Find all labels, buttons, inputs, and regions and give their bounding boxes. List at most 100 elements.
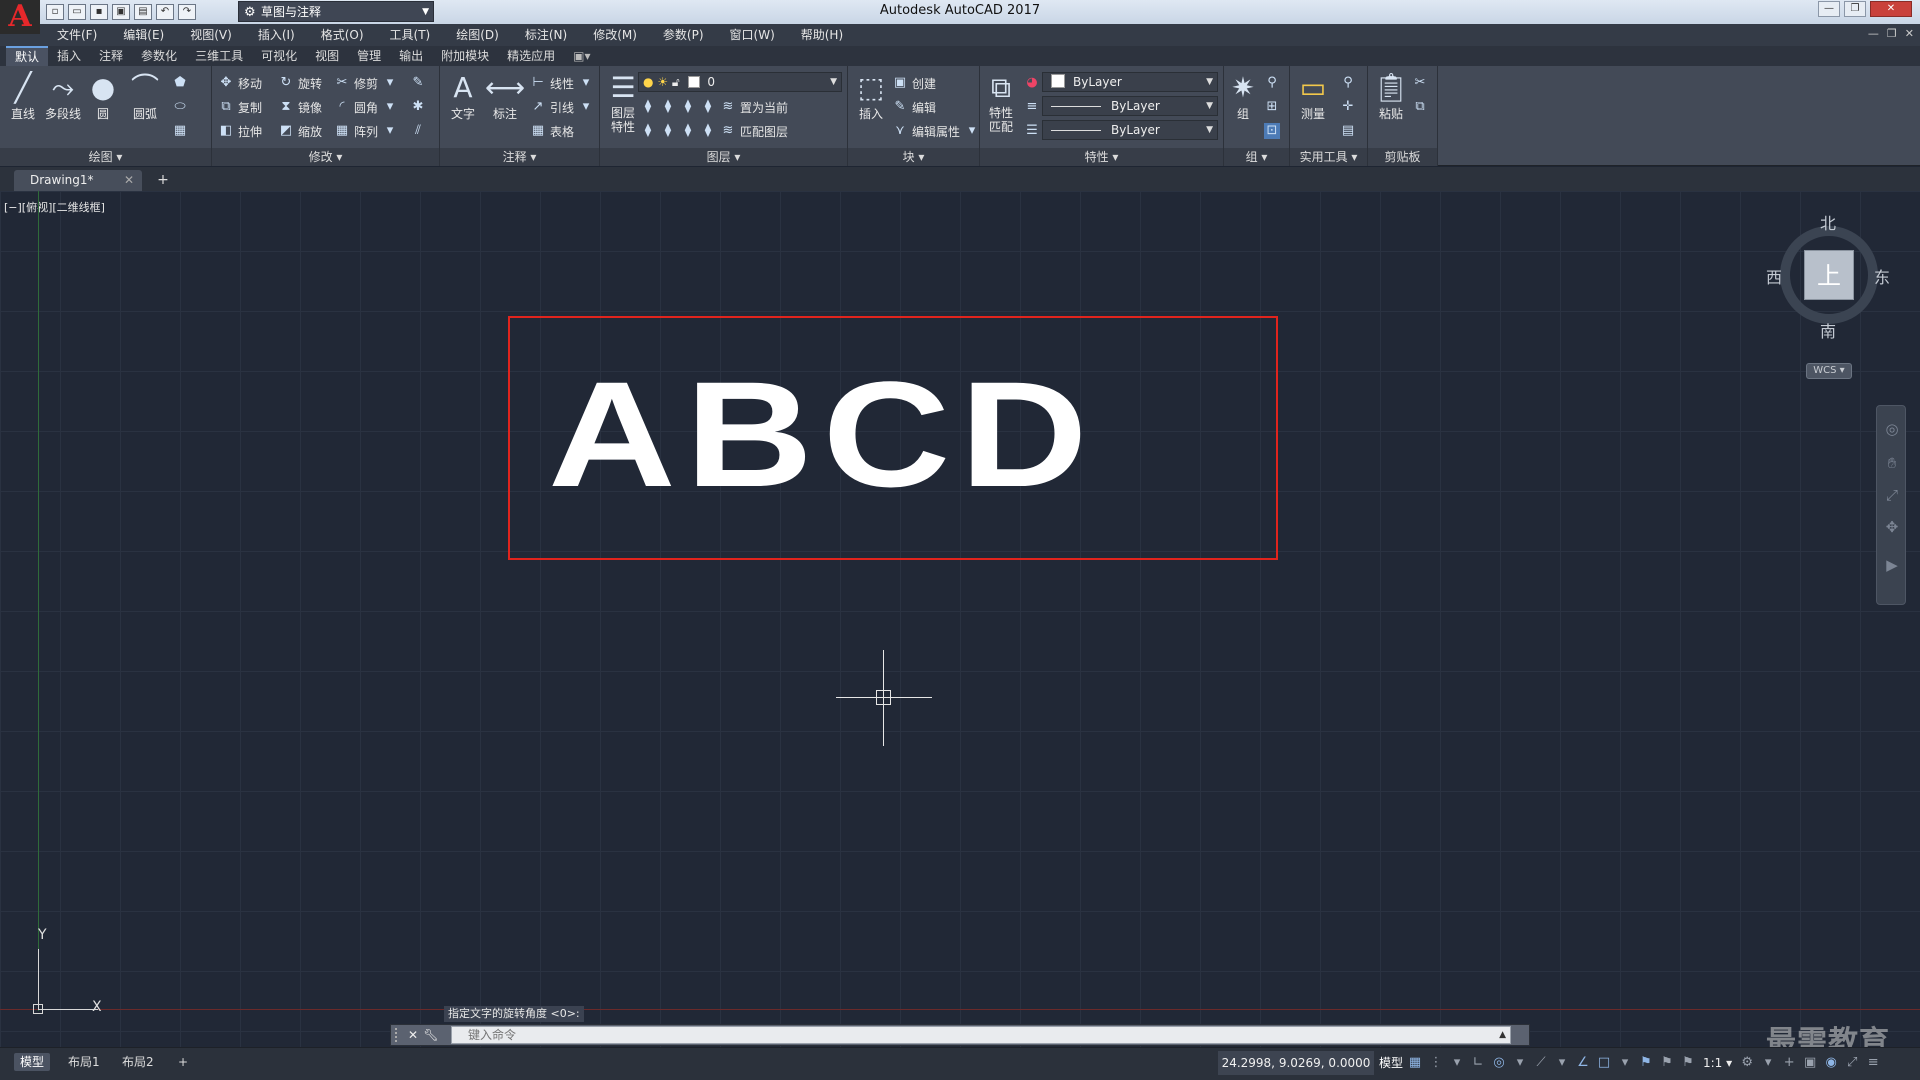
chevron-down-icon[interactable]: ▾: [1616, 1053, 1634, 1073]
trim-button[interactable]: ✂ 修剪 ▾: [334, 72, 398, 94]
layer-dropdown[interactable]: ● ☀ 🔓︎ 0 ▼: [638, 72, 842, 92]
make-current-button[interactable]: 置为当前: [740, 99, 788, 116]
chevron-down-icon[interactable]: ▾: [1448, 1053, 1466, 1073]
grid-icon[interactable]: ▦: [1406, 1053, 1424, 1073]
close-icon[interactable]: ✕: [124, 170, 134, 191]
gear-icon[interactable]: ⚙: [1738, 1053, 1756, 1073]
polygon-button[interactable]: ⬟: [172, 72, 188, 94]
drawing-text-object[interactable]: ABCD: [548, 339, 1374, 529]
viewcube[interactable]: 上 北 南 东 西: [1766, 214, 1892, 341]
layer-freeze-icon[interactable]: ⧫: [680, 99, 696, 115]
layer-on-icon[interactable]: ⧫: [660, 123, 676, 139]
offset-button[interactable]: ⫽: [410, 120, 426, 142]
circle-button[interactable]: ● 圆: [82, 70, 124, 122]
rotate-button[interactable]: ↻ 旋转: [278, 72, 322, 94]
layout-tab-layout1[interactable]: 布局1: [62, 1053, 106, 1071]
compass-north[interactable]: 北: [1820, 210, 1836, 234]
menu-view[interactable]: 视图(V): [177, 24, 245, 46]
panel-utilities-title[interactable]: 实用工具 ▾: [1290, 148, 1367, 166]
menu-file[interactable]: 文件(F): [44, 24, 110, 46]
menu-modify[interactable]: 修改(M): [580, 24, 650, 46]
tab-output[interactable]: 输出: [390, 46, 432, 66]
match-properties-button[interactable]: ⧉ 特性 匹配: [980, 70, 1022, 134]
dimension-button[interactable]: ⟷ 标注: [484, 70, 526, 122]
panel-block-title[interactable]: 块 ▾: [848, 148, 979, 166]
object-snap-tracking-icon[interactable]: ∠: [1574, 1053, 1592, 1073]
annotation-visibility-icon[interactable]: ⚑: [1637, 1053, 1655, 1073]
create-block-button[interactable]: ▣ 创建: [892, 72, 936, 94]
minimize-button[interactable]: —: [1818, 1, 1840, 17]
linetype-dropdown[interactable]: ByLayer ▼: [1042, 96, 1218, 116]
id-point-button[interactable]: ✛: [1340, 96, 1356, 118]
layer-isolate-icon[interactable]: ⧫: [640, 99, 656, 115]
copy-button[interactable]: ⧉ 复制: [218, 96, 262, 118]
tab-3d-tools[interactable]: 三维工具: [186, 46, 252, 66]
tab-home[interactable]: 默认: [6, 46, 49, 66]
text-button[interactable]: A 文字: [442, 70, 484, 122]
annotation-scale-dropdown[interactable]: 1:1 ▾: [1700, 1056, 1735, 1070]
wrench-icon[interactable]: 🔧︎: [423, 1027, 439, 1043]
snap-icon[interactable]: ⋮: [1427, 1053, 1445, 1073]
showmotion-icon[interactable]: ▶: [1883, 556, 1901, 574]
menu-draw[interactable]: 绘图(D): [443, 24, 512, 46]
copy-clip-button[interactable]: ⧉: [1412, 96, 1428, 118]
group-select-button[interactable]: ⊡: [1264, 120, 1280, 142]
fillet-button[interactable]: ◜ 圆角 ▾: [334, 96, 398, 118]
chevron-up-icon[interactable]: ▲: [1499, 1027, 1506, 1043]
panel-layers-title[interactable]: 图层 ▾: [600, 148, 847, 166]
scale-button[interactable]: ◩ 缩放: [278, 120, 322, 142]
tab-annotate[interactable]: 注释: [90, 46, 132, 66]
doc-restore-button[interactable]: ❐: [1887, 27, 1897, 40]
zoom-extents-icon[interactable]: ⤢: [1883, 486, 1901, 504]
menu-window[interactable]: 窗口(W): [717, 24, 788, 46]
quick-select-button[interactable]: ⚲: [1340, 72, 1356, 94]
chevron-down-icon[interactable]: ▾: [1511, 1053, 1529, 1073]
color-dropdown[interactable]: ByLayer ▼: [1042, 72, 1218, 92]
menu-edit[interactable]: 编辑(E): [110, 24, 177, 46]
object-snap-icon[interactable]: □: [1595, 1053, 1613, 1073]
layer-off-icon[interactable]: ⧫: [660, 99, 676, 115]
compass-south[interactable]: 南: [1820, 318, 1836, 342]
fullscreen-icon[interactable]: ⤢: [1843, 1053, 1861, 1073]
close-button[interactable]: ✕: [1870, 1, 1912, 17]
stretch-button[interactable]: ◧ 拉伸: [218, 120, 262, 142]
array-button[interactable]: ▦ 阵列 ▾: [334, 120, 398, 142]
panel-properties-title[interactable]: 特性 ▾: [980, 148, 1223, 166]
line-button[interactable]: ╱ 直线: [2, 70, 44, 122]
menu-tools[interactable]: 工具(T): [377, 24, 444, 46]
table-button[interactable]: ▦ 表格: [530, 120, 574, 142]
application-menu-button[interactable]: A: [0, 0, 40, 34]
orbit-icon[interactable]: ✥: [1883, 518, 1901, 536]
layer-unlock-icon[interactable]: ⧫: [700, 123, 716, 139]
linear-button[interactable]: ⊢ 线性 ▾: [530, 72, 594, 94]
group-button[interactable]: ✷ 组: [1226, 70, 1260, 122]
panel-draw-title[interactable]: 绘图 ▾: [0, 148, 211, 166]
ortho-icon[interactable]: ∟: [1469, 1053, 1487, 1073]
restore-button[interactable]: ❐: [1844, 1, 1866, 17]
command-input[interactable]: [452, 1027, 1510, 1043]
auto-scale-icon[interactable]: ⚑: [1658, 1053, 1676, 1073]
explode-button[interactable]: ✱: [410, 96, 426, 118]
tab-view[interactable]: 视图: [306, 46, 348, 66]
add-layout-button[interactable]: +: [172, 1053, 194, 1071]
hardware-acceleration-icon[interactable]: ▣: [1801, 1053, 1819, 1073]
new-tab-button[interactable]: +: [152, 171, 174, 189]
coordinate-readout[interactable]: 24.2998, 9.0269, 0.0000: [1218, 1051, 1374, 1075]
tab-parametric[interactable]: 参数化: [132, 46, 186, 66]
measure-button[interactable]: ▭ 测量: [1292, 70, 1334, 122]
wcs-dropdown[interactable]: WCS ▾: [1806, 363, 1852, 379]
arc-button[interactable]: ⌒ 圆弧: [124, 70, 166, 122]
tab-manage[interactable]: 管理: [348, 46, 390, 66]
layout-tab-model[interactable]: 模型: [14, 1053, 51, 1071]
calculator-button[interactable]: ▤: [1340, 120, 1356, 142]
menu-help[interactable]: 帮助(H): [788, 24, 856, 46]
file-tab-drawing1[interactable]: Drawing1* ✕: [14, 170, 142, 191]
layer-thaw-icon[interactable]: ⧫: [680, 123, 696, 139]
isometric-icon[interactable]: ⟋: [1532, 1053, 1550, 1073]
panel-annotation-title[interactable]: 注释 ▾: [440, 148, 599, 166]
compass-east[interactable]: 东: [1874, 264, 1890, 288]
menu-insert[interactable]: 插入(I): [245, 24, 308, 46]
customize-menu-icon[interactable]: ≡: [1864, 1053, 1882, 1073]
paste-button[interactable]: 📋︎ 粘贴: [1370, 70, 1412, 122]
layer-unisolate-icon[interactable]: ⧫: [640, 123, 656, 139]
